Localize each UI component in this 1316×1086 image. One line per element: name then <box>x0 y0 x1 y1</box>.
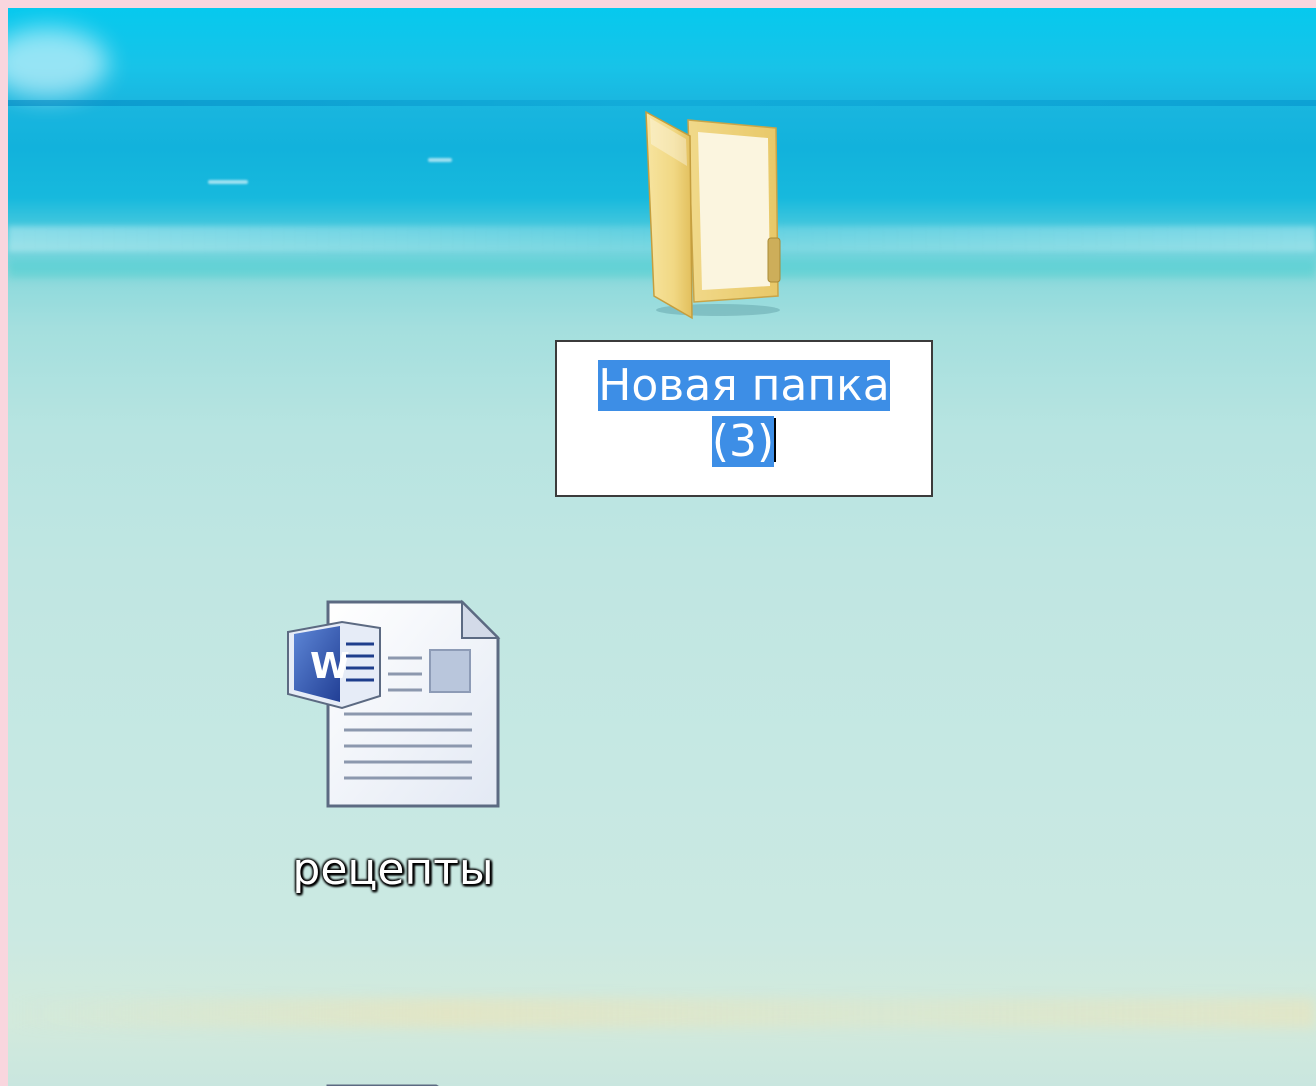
svg-text:W: W <box>310 646 350 687</box>
rename-input[interactable]: Новая папка (3) <box>555 340 933 497</box>
text-caret <box>774 418 777 462</box>
word-document-icon[interactable]: W <box>280 598 502 813</box>
rename-text-line2: (3) <box>711 416 775 467</box>
rename-text-line1: Новая папка <box>598 360 890 411</box>
screenshot-frame: Новая папка (3) W рецепты <box>0 0 1316 1086</box>
document-label[interactable]: рецепты <box>238 844 548 895</box>
desktop-background[interactable]: Новая папка (3) W рецепты <box>8 8 1316 1086</box>
wallpaper-cloud <box>8 28 108 98</box>
folder-icon[interactable] <box>628 106 798 321</box>
wallpaper-sand <box>8 998 1316 1028</box>
wallpaper-glint <box>208 180 248 184</box>
wallpaper-glint <box>428 158 452 162</box>
